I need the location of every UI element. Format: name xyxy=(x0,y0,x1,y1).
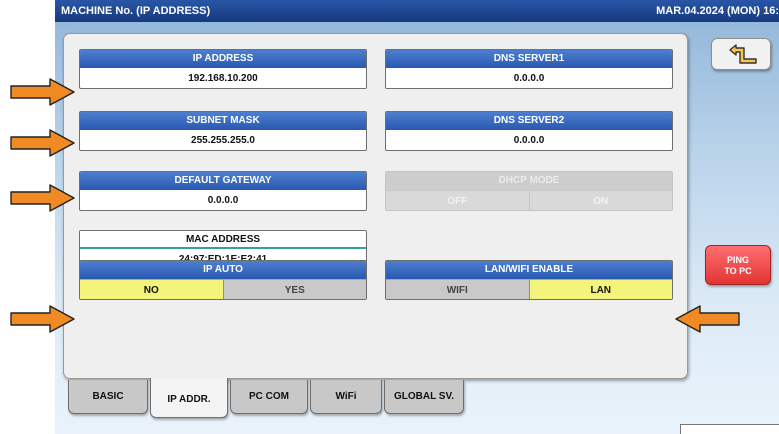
corner-box xyxy=(680,424,779,434)
dns-server2-label: DNS SERVER2 xyxy=(386,112,672,130)
settings-panel: IP ADDRESS 192.168.10.200 DNS SERVER1 0.… xyxy=(63,33,688,379)
mac-address-label: MAC ADDRESS xyxy=(80,231,366,249)
ping-label-line2: TO PC xyxy=(724,266,752,276)
ip-auto-yes-option[interactable]: YES xyxy=(222,279,366,299)
lan-wifi-toggle: WIFI LAN xyxy=(386,279,672,299)
return-arrow-icon xyxy=(729,44,757,64)
default-gateway-field[interactable]: DEFAULT GATEWAY 0.0.0.0 xyxy=(79,171,367,211)
subnet-mask-value: 255.255.255.0 xyxy=(191,135,255,146)
dns-server1-value: 0.0.0.0 xyxy=(513,73,545,84)
lan-wifi-enable-label: LAN/WIFI ENABLE xyxy=(386,261,672,279)
wifi-option[interactable]: WIFI xyxy=(386,279,529,299)
ip-auto-no-option[interactable]: NO xyxy=(80,279,223,299)
back-button[interactable] xyxy=(711,38,771,70)
pointer-arrow-icon xyxy=(10,184,75,212)
dhcp-on-option: ON xyxy=(528,190,672,210)
machine-settings-screen: MACHINE No. (IP ADDRESS) MAR.04.2024 (MO… xyxy=(55,0,779,434)
ip-address-label: IP ADDRESS xyxy=(80,50,366,68)
ip-address-value: 192.168.10.200 xyxy=(188,73,258,84)
ip-auto-field: IP AUTO NO YES xyxy=(79,260,367,300)
default-gateway-label: DEFAULT GATEWAY xyxy=(80,172,366,190)
ping-to-pc-button[interactable]: PING TO PC xyxy=(705,245,771,285)
tab-ip-addr[interactable]: IP ADDR. xyxy=(150,378,228,418)
default-gateway-value: 0.0.0.0 xyxy=(207,195,239,206)
dhcp-mode-label: DHCP MODE xyxy=(386,172,672,190)
dhcp-mode-field: DHCP MODE OFF ON xyxy=(385,171,673,211)
pointer-arrow-icon xyxy=(675,305,740,333)
dns-server1-field[interactable]: DNS SERVER1 0.0.0.0 xyxy=(385,49,673,89)
pointer-arrow-icon xyxy=(10,305,75,333)
lan-wifi-enable-field: LAN/WIFI ENABLE WIFI LAN xyxy=(385,260,673,300)
subnet-mask-field[interactable]: SUBNET MASK 255.255.255.0 xyxy=(79,111,367,151)
screen-title: MACHINE No. (IP ADDRESS) xyxy=(61,5,211,17)
title-bar: MACHINE No. (IP ADDRESS) MAR.04.2024 (MO… xyxy=(55,0,779,22)
tab-bar: BASIC IP ADDR. PC COM WiFi GLOBAL SV. xyxy=(63,378,483,420)
date-time: MAR.04.2024 (MON) 16: xyxy=(656,5,779,17)
pointer-arrow-icon xyxy=(10,78,75,106)
pointer-arrow-icon xyxy=(10,129,75,157)
ip-address-field[interactable]: IP ADDRESS 192.168.10.200 xyxy=(79,49,367,89)
subnet-mask-label: SUBNET MASK xyxy=(80,112,366,130)
ip-auto-label: IP AUTO xyxy=(80,261,366,279)
tab-wifi[interactable]: WiFi xyxy=(310,380,382,414)
tab-basic[interactable]: BASIC xyxy=(68,380,148,414)
tab-pc-com[interactable]: PC COM xyxy=(230,380,308,414)
ip-auto-toggle: NO YES xyxy=(80,279,366,299)
dns-server2-field[interactable]: DNS SERVER2 0.0.0.0 xyxy=(385,111,673,151)
dns-server1-label: DNS SERVER1 xyxy=(386,50,672,68)
ping-label-line1: PING xyxy=(726,255,749,265)
dhcp-off-option: OFF xyxy=(386,190,529,210)
tab-global-sv[interactable]: GLOBAL SV. xyxy=(384,380,464,414)
dhcp-mode-toggle: OFF ON xyxy=(386,190,672,210)
dns-server2-value: 0.0.0.0 xyxy=(513,135,545,146)
lan-option[interactable]: LAN xyxy=(528,279,672,299)
